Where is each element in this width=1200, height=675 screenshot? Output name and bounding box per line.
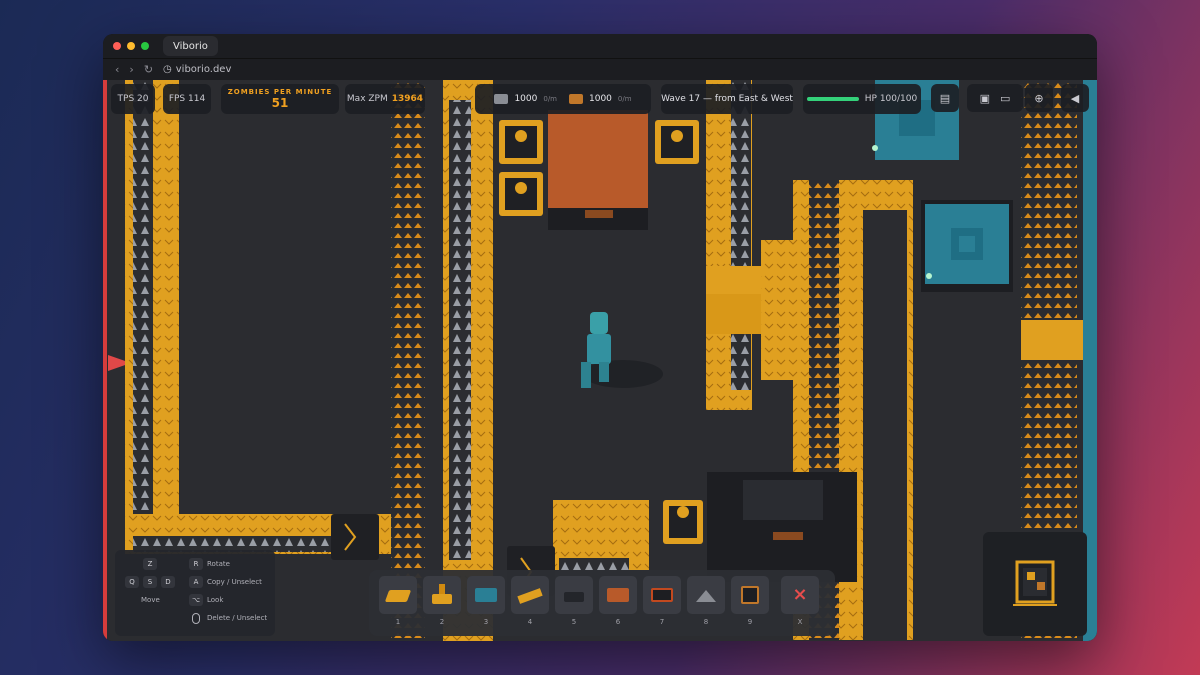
game-canvas[interactable]: TPS 20 FPS 114 ZOMBIES PER MINUTE 51 Max…	[103, 80, 1097, 641]
slot-number-4: 4	[527, 618, 533, 626]
controls-legend: Z Q S D Move R Rotate A Copy / Unselect …	[115, 550, 275, 636]
title-bar: Viborio	[103, 34, 1097, 58]
build-slot-drill[interactable]	[687, 576, 725, 614]
wall-icon	[517, 588, 543, 604]
minimap-render	[1013, 560, 1057, 606]
slot-number-3: 3	[483, 618, 489, 626]
smelter-building	[548, 110, 648, 208]
build-slot-inserter[interactable]	[423, 576, 461, 614]
build-slot-wall[interactable]	[511, 576, 549, 614]
zoom-button[interactable]: ⊕	[1025, 84, 1053, 112]
build-slot-splitter[interactable]	[555, 576, 593, 614]
turret-icon	[475, 588, 497, 602]
assembler-icon	[741, 586, 759, 604]
drill-icon	[696, 590, 716, 602]
save-icon[interactable]: ▣	[980, 92, 990, 105]
hp-label: HP 100/100	[864, 94, 918, 104]
inserter-icon	[432, 594, 452, 604]
browser-tab[interactable]: Viborio	[163, 36, 218, 56]
url-text: viborio.dev	[175, 64, 232, 75]
maximize-window-icon[interactable]	[141, 42, 149, 50]
url-field[interactable]: ◷ viborio.dev	[163, 64, 231, 75]
back-icon[interactable]: ‹	[115, 63, 119, 76]
slot-number-8: 8	[703, 618, 709, 626]
fps-counter: FPS 114	[163, 84, 211, 114]
max-zpm-panel: Max ZPM 13964	[345, 84, 425, 114]
tps-counter: TPS 20	[111, 84, 155, 114]
sound-button[interactable]: ◀	[1061, 84, 1089, 112]
slot-number-x: X	[797, 618, 803, 626]
stone-icon	[494, 94, 509, 104]
mouse-icon	[189, 612, 203, 624]
resource1-amount: 1000	[514, 94, 538, 104]
splitter-icon	[564, 592, 584, 602]
slot-number-7: 7	[659, 618, 665, 626]
slot-number-1: 1	[395, 618, 401, 626]
copper-icon	[569, 94, 583, 104]
resource2-rate: 0/m	[617, 95, 632, 103]
hp-bar	[806, 97, 859, 101]
build-toolbar: 1 2 3 4 5 6 7 8 9 × X	[369, 570, 835, 636]
address-bar: ‹ › ↻ ◷ viborio.dev	[103, 58, 1097, 80]
hp-bar-fill	[806, 97, 859, 101]
slot-number-2: 2	[439, 618, 445, 626]
hp-panel: HP 100/100	[803, 84, 921, 114]
forward-icon[interactable]: ›	[129, 63, 133, 76]
key-a: A	[189, 576, 203, 588]
reload-icon[interactable]: ↻	[144, 63, 153, 76]
build-slot-smelter[interactable]	[599, 576, 637, 614]
conveyor-tile-icon	[384, 590, 412, 602]
copy-label: Copy / Unselect	[207, 578, 262, 586]
folder-icon[interactable]: ▭	[1000, 92, 1010, 105]
slot-number-6: 6	[615, 618, 621, 626]
delete-label: Delete / Unselect	[207, 614, 268, 622]
spike-track-left	[133, 80, 153, 550]
build-slot-assembler[interactable]	[731, 576, 769, 614]
look-label: Look	[207, 596, 224, 604]
resource1-rate: 0/m	[543, 95, 557, 103]
speaker-icon: ◀	[1070, 91, 1080, 105]
browser-window: Viborio ‹ › ↻ ◷ viborio.dev TPS 20 FPS 1…	[103, 34, 1097, 641]
key-r: R	[189, 558, 203, 570]
key-d: D	[161, 576, 175, 588]
close-window-icon[interactable]	[113, 42, 121, 50]
key-s: S	[143, 576, 157, 588]
left-boundary	[103, 80, 107, 641]
max-zpm-value: 13964	[391, 94, 424, 104]
zpm-label: ZOMBIES PER MINUTE	[227, 88, 333, 96]
chevron-strip-1	[391, 80, 425, 641]
resources-panel: 1000 0/m 1000 0/m	[475, 84, 651, 114]
notes-button[interactable]: ▤	[931, 84, 959, 112]
zpm-panel: ZOMBIES PER MINUTE 51	[221, 84, 339, 114]
resource2-amount: 1000	[589, 94, 612, 104]
slot-number-9: 9	[747, 618, 753, 626]
rotate-label: Rotate	[207, 560, 230, 568]
slot-number-5: 5	[571, 618, 577, 626]
zpm-value: 51	[271, 96, 289, 110]
wave-indicator: Wave 17 — from East & West	[661, 84, 793, 114]
save-load-group: ▣ ▭	[967, 84, 1023, 112]
key-z: Z	[143, 558, 157, 570]
delete-x-icon: ×	[792, 584, 808, 605]
build-slot-turret[interactable]	[467, 576, 505, 614]
minimize-window-icon[interactable]	[127, 42, 135, 50]
build-slot-conveyor[interactable]	[379, 576, 417, 614]
delete-tool-button[interactable]: ×	[781, 576, 819, 614]
key-option: ⌥	[189, 594, 203, 606]
move-label: Move	[141, 596, 160, 604]
smelter-icon	[607, 588, 629, 602]
site-info-icon: ◷	[163, 64, 172, 75]
furnace-icon	[651, 588, 673, 602]
zoom-icon: ⊕	[1034, 91, 1044, 105]
minimap[interactable]	[983, 532, 1087, 636]
key-q: Q	[125, 576, 139, 588]
clipboard-icon: ▤	[939, 91, 951, 105]
max-zpm-label: Max ZPM	[346, 94, 388, 104]
build-slot-furnace[interactable]	[643, 576, 681, 614]
